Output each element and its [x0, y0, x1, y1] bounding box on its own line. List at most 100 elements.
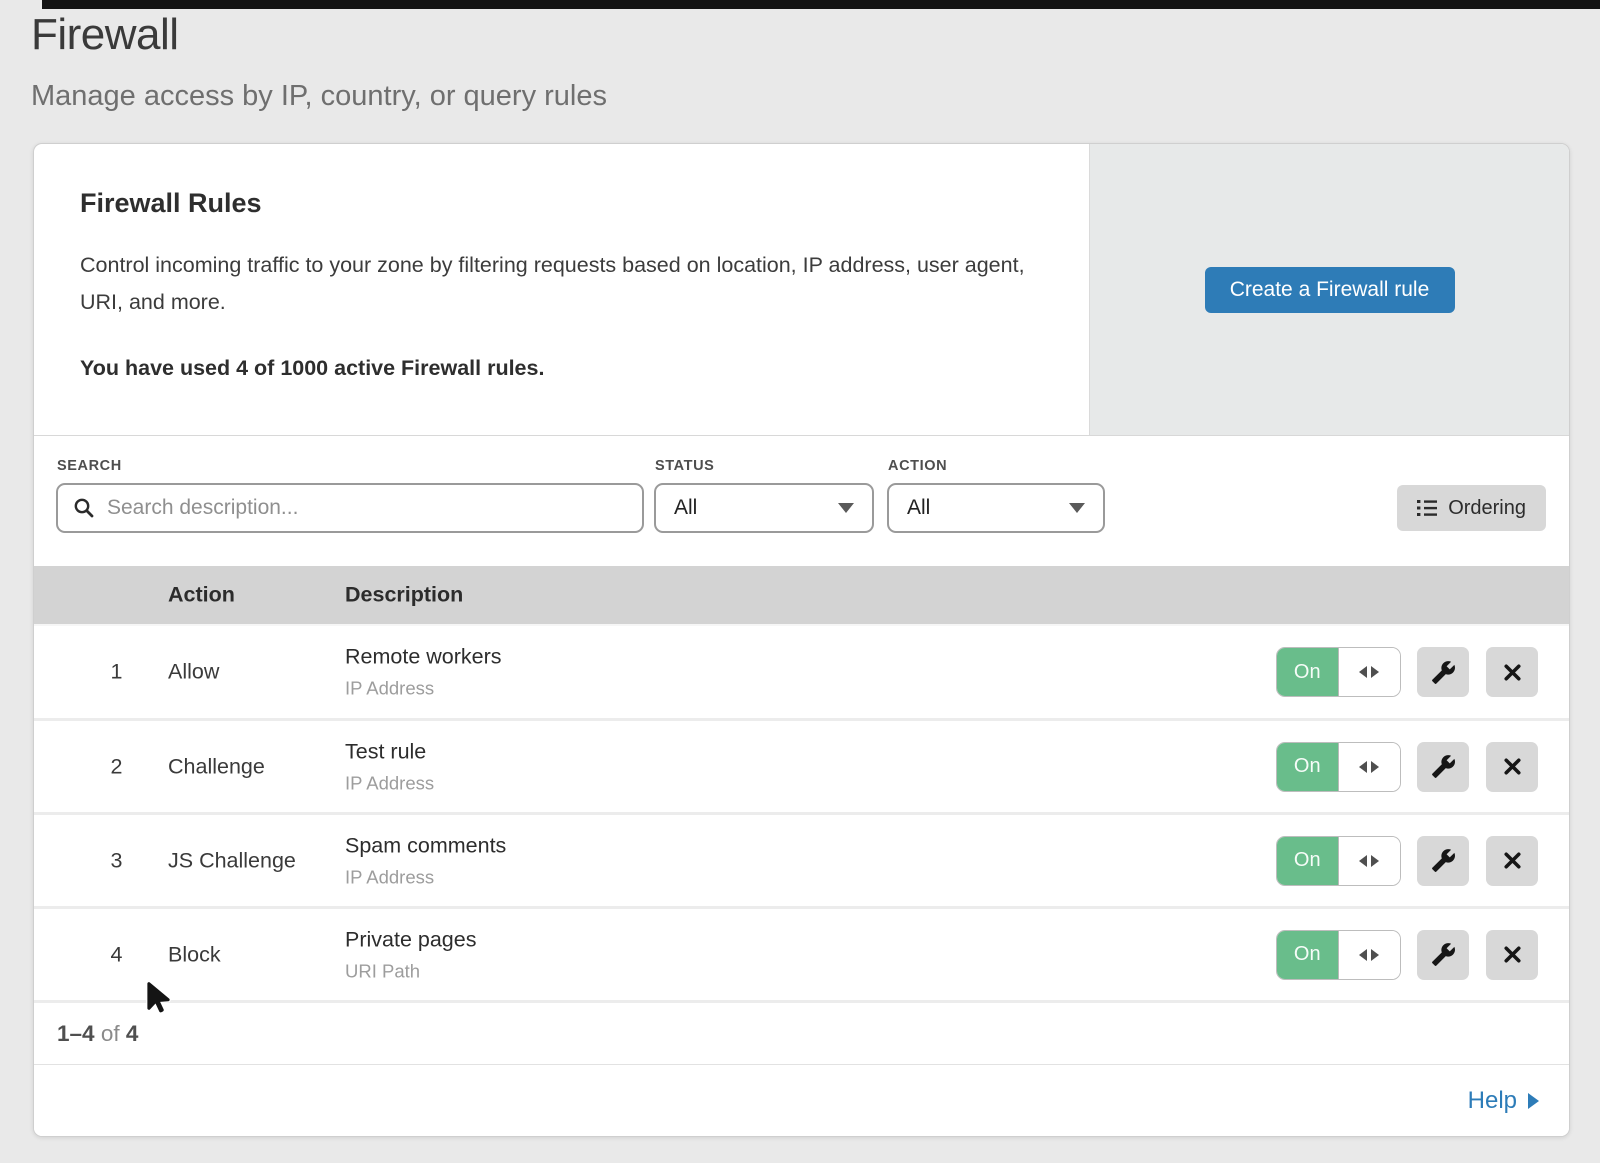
rule-description: Test rule	[345, 739, 434, 764]
arrow-right-icon	[1371, 761, 1379, 773]
filter-bar: SEARCH STATUS All ACTION All	[34, 436, 1569, 566]
rule-action: Block	[168, 942, 221, 967]
table-row: 3 JS Challenge Spam comments IP Address …	[34, 812, 1569, 906]
table-header: Action Description	[34, 566, 1569, 624]
column-header-description: Description	[345, 583, 463, 608]
rule-action: Challenge	[168, 754, 265, 779]
rule-enabled-toggle[interactable]: On	[1276, 742, 1401, 792]
toggle-on-label: On	[1277, 743, 1339, 791]
arrow-left-icon	[1359, 855, 1367, 867]
rules-heading: Firewall Rules	[80, 188, 1049, 219]
rule-description: Private pages	[345, 927, 476, 952]
action-selected-value: All	[907, 496, 930, 520]
close-icon	[1501, 755, 1524, 778]
arrow-left-icon	[1359, 666, 1367, 678]
rules-intro-section: Firewall Rules Control incoming traffic …	[34, 144, 1569, 436]
rules-description: Control incoming traffic to your zone by…	[80, 247, 1035, 321]
arrow-left-icon	[1359, 761, 1367, 773]
help-link-label: Help	[1468, 1087, 1517, 1115]
rules-usage-count: You have used 4 of 1000 active Firewall …	[80, 356, 1049, 381]
firewall-page: Firewall Manage access by IP, country, o…	[0, 0, 1600, 1163]
toggle-on-label: On	[1277, 931, 1339, 979]
search-input[interactable]	[107, 496, 628, 520]
rule-action: JS Challenge	[168, 848, 296, 873]
rule-match-field: IP Address	[345, 678, 502, 700]
edit-rule-button[interactable]	[1417, 930, 1469, 980]
toggle-handle[interactable]	[1339, 931, 1401, 979]
pagination-status: 1–4 of 4	[57, 1021, 138, 1047]
edit-rule-button[interactable]	[1417, 836, 1469, 886]
rule-description-cell: Test rule IP Address	[345, 739, 434, 794]
wrench-icon	[1431, 942, 1456, 967]
window-top-edge	[42, 0, 1600, 9]
ordered-list-icon	[1417, 499, 1437, 517]
action-select[interactable]: All	[887, 483, 1105, 533]
rule-match-field: IP Address	[345, 866, 506, 888]
delete-rule-button[interactable]	[1486, 836, 1538, 886]
chevron-down-icon	[1069, 503, 1085, 513]
rule-action: Allow	[168, 660, 219, 685]
table-row: 2 Challenge Test rule IP Address On	[34, 718, 1569, 812]
rule-description-cell: Remote workers IP Address	[345, 645, 502, 700]
close-icon	[1501, 849, 1524, 872]
toggle-handle[interactable]	[1339, 743, 1401, 791]
wrench-icon	[1431, 848, 1456, 873]
rule-description: Spam comments	[345, 833, 506, 858]
toggle-handle[interactable]	[1339, 648, 1401, 696]
delete-rule-button[interactable]	[1486, 930, 1538, 980]
ordering-button-label: Ordering	[1448, 497, 1526, 520]
edit-rule-button[interactable]	[1417, 742, 1469, 792]
rules-info: Firewall Rules Control incoming traffic …	[34, 144, 1089, 435]
rule-enabled-toggle[interactable]: On	[1276, 647, 1401, 697]
close-icon	[1501, 661, 1524, 684]
arrow-left-icon	[1359, 949, 1367, 961]
rule-description-cell: Private pages URI Path	[345, 927, 476, 982]
pagination-total: 4	[126, 1021, 139, 1046]
rule-enabled-toggle[interactable]: On	[1276, 836, 1401, 886]
rule-priority: 1	[94, 660, 139, 685]
rule-match-field: URI Path	[345, 960, 476, 982]
search-icon	[72, 496, 96, 520]
table-row: 1 Allow Remote workers IP Address On	[34, 624, 1569, 718]
page-subtitle: Manage access by IP, country, or query r…	[31, 80, 607, 113]
status-select[interactable]: All	[654, 483, 874, 533]
edit-rule-button[interactable]	[1417, 647, 1469, 697]
pagination-of: of	[101, 1021, 120, 1046]
rule-priority: 4	[94, 942, 139, 967]
toggle-on-label: On	[1277, 648, 1339, 696]
table-footer: 1–4 of 4	[34, 1000, 1569, 1064]
status-selected-value: All	[674, 496, 697, 520]
column-header-action: Action	[168, 583, 235, 608]
toggle-on-label: On	[1277, 837, 1339, 885]
wrench-icon	[1431, 754, 1456, 779]
close-icon	[1501, 943, 1524, 966]
rule-priority: 3	[94, 848, 139, 873]
rule-description-cell: Spam comments IP Address	[345, 833, 506, 888]
create-firewall-rule-button[interactable]: Create a Firewall rule	[1205, 267, 1455, 313]
action-label: ACTION	[888, 458, 947, 474]
firewall-rules-card: Firewall Rules Control incoming traffic …	[33, 143, 1570, 1137]
page-title: Firewall	[31, 10, 179, 60]
ordering-button[interactable]: Ordering	[1397, 485, 1546, 531]
status-label: STATUS	[655, 458, 714, 474]
arrow-right-icon	[1528, 1093, 1539, 1109]
pagination-range: 1–4	[57, 1021, 95, 1046]
rule-enabled-toggle[interactable]: On	[1276, 930, 1401, 980]
rule-match-field: IP Address	[345, 772, 434, 794]
help-row: Help	[34, 1064, 1569, 1136]
arrow-right-icon	[1371, 666, 1379, 678]
arrow-right-icon	[1371, 855, 1379, 867]
chevron-down-icon	[838, 503, 854, 513]
wrench-icon	[1431, 660, 1456, 685]
delete-rule-button[interactable]	[1486, 742, 1538, 792]
search-label: SEARCH	[57, 458, 122, 474]
rules-table-body: 1 Allow Remote workers IP Address On 2 C…	[34, 624, 1569, 1000]
search-box[interactable]	[56, 483, 644, 533]
toggle-handle[interactable]	[1339, 837, 1401, 885]
arrow-right-icon	[1371, 949, 1379, 961]
table-row: 4 Block Private pages URI Path On	[34, 906, 1569, 1000]
create-rule-panel: Create a Firewall rule	[1089, 144, 1569, 435]
rule-priority: 2	[94, 754, 139, 779]
help-link[interactable]: Help	[1468, 1087, 1539, 1115]
delete-rule-button[interactable]	[1486, 647, 1538, 697]
